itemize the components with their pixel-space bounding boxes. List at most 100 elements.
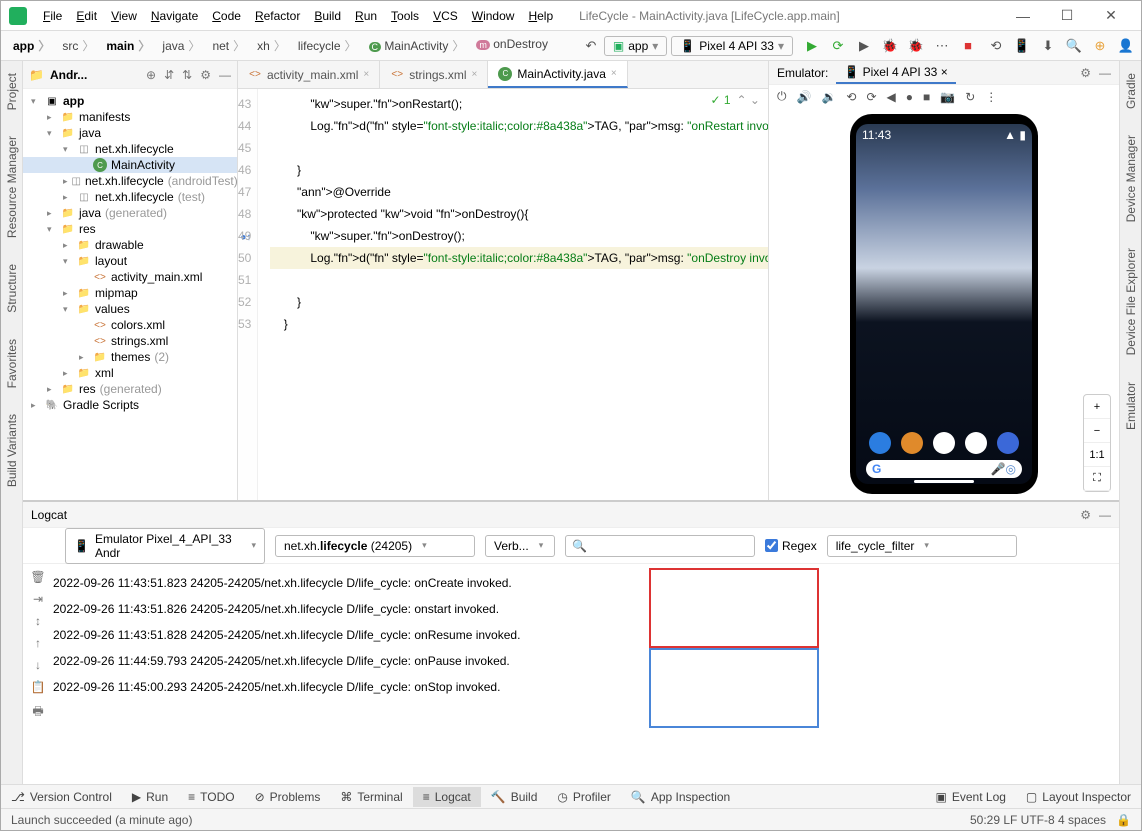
rotate-right-icon[interactable]: ⟳	[866, 90, 876, 104]
menu-build[interactable]: Build	[308, 6, 347, 26]
maximize-button[interactable]: ☐	[1045, 2, 1089, 30]
avd-icon[interactable]: 📱	[1013, 37, 1031, 55]
tree-manifests[interactable]: ▸📁manifests	[23, 109, 237, 125]
volup-icon[interactable]: 🔊	[797, 90, 812, 104]
ide-icon[interactable]: ⊕	[1091, 37, 1109, 55]
zoom-reset-button[interactable]: ⛶	[1084, 467, 1110, 491]
menu-view[interactable]: View	[105, 6, 143, 26]
logcat-device-selector[interactable]: 📱 Emulator Pixel_4_API_33 Andr▾	[65, 528, 265, 564]
right-tool-strip[interactable]: Gradle Device Manager Device File Explorer…	[1119, 61, 1141, 784]
expand-icon[interactable]: ⇅	[182, 68, 192, 82]
menu-refactor[interactable]: Refactor	[249, 6, 306, 26]
menu-file[interactable]: File	[37, 6, 68, 26]
tab-activity_main.xml[interactable]: <>activity_main.xml ×	[238, 61, 380, 88]
log-line[interactable]: 2022-09-26 11:43:51.823 24205-24205/net.…	[53, 570, 520, 596]
record-icon[interactable]: ↻	[965, 90, 975, 104]
tab-strings.xml[interactable]: <>strings.xml ×	[380, 61, 488, 88]
tree-res[interactable]: ▸📁res (generated)	[23, 381, 237, 397]
inspection-widget[interactable]: ✓ 1⌃ ⌄	[710, 93, 760, 107]
toolbtn-profiler[interactable]: ◷Profiler	[547, 787, 621, 807]
sync-icon[interactable]: ⟲	[987, 37, 1005, 55]
tree-mainactivity[interactable]: CMainActivity	[23, 157, 237, 173]
menu-navigate[interactable]: Navigate	[145, 6, 204, 26]
attach-icon[interactable]: 🐞	[907, 37, 925, 55]
menu-run[interactable]: Run	[349, 6, 383, 26]
collapse-icon[interactable]: ⇵	[164, 68, 174, 82]
clear-icon[interactable]: 🗑	[30, 570, 45, 584]
left-tool-strip[interactable]: ProjectResource ManagerStructureFavorite…	[1, 61, 23, 784]
print-icon[interactable]: 🖶	[32, 702, 43, 723]
tree-java[interactable]: ▸📁java (generated)	[23, 205, 237, 221]
toolbtn-event-log[interactable]: ▣Event Log	[926, 787, 1016, 807]
menu-vcs[interactable]: VCS	[427, 6, 464, 26]
editor-area[interactable]: 434445464748 ●↑4950515253 "kw">super."fn…	[238, 89, 768, 500]
toolbtn-terminal[interactable]: ⌘Terminal	[330, 787, 412, 807]
menu-edit[interactable]: Edit	[70, 6, 103, 26]
logcat-process-selector[interactable]: net.xh.lifecycle (24205)▾	[275, 535, 475, 557]
breadcrumb-MainActivity[interactable]: C MainActivity	[363, 35, 471, 56]
zoom-out-button[interactable]: −	[1084, 419, 1110, 443]
breadcrumb-main[interactable]: main	[100, 35, 156, 56]
strip-emulator[interactable]: Emulator	[1124, 376, 1138, 436]
project-header[interactable]: 📁Andr... ⊕ ⇵ ⇅ ⚙ —	[23, 61, 237, 89]
hide-icon[interactable]: —	[1099, 66, 1111, 80]
run-icon[interactable]: ▶	[803, 37, 821, 55]
toolbtn-run[interactable]: ▶Run	[122, 787, 178, 807]
menu-help[interactable]: Help	[522, 6, 559, 26]
project-view-selector[interactable]: Andr...	[50, 68, 87, 82]
play-app-icon[interactable]	[933, 432, 955, 454]
log-line[interactable]: 2022-09-26 11:44:59.793 24205-24205/net.…	[53, 648, 520, 674]
tab-MainActivity.java[interactable]: CMainActivity.java ×	[488, 61, 627, 88]
gear-icon[interactable]: ⚙	[200, 68, 211, 82]
scroll-end-icon[interactable]: ⇥	[33, 592, 43, 606]
breadcrumb-onDestroy[interactable]: m onDestroy	[470, 35, 558, 56]
gear-icon[interactable]: ⚙	[1080, 66, 1091, 80]
strip-build-variants[interactable]: Build Variants	[5, 408, 19, 493]
logcat-level-selector[interactable]: Verb...▾	[485, 535, 555, 557]
toolbtn-version-control[interactable]: ⎇Version Control	[1, 787, 122, 807]
tree-app[interactable]: ▾▣app	[23, 93, 237, 109]
breadcrumb-lifecycle[interactable]: lifecycle	[292, 35, 363, 56]
breadcrumb-net[interactable]: net	[206, 35, 251, 56]
rotate-left-icon[interactable]: ⟲	[846, 90, 856, 104]
tree-activity_main-xml[interactable]: <>activity_main.xml	[23, 269, 237, 285]
tree-mipmap[interactable]: ▸📁mipmap	[23, 285, 237, 301]
menu-window[interactable]: Window	[466, 6, 521, 26]
gear-icon[interactable]: ⚙	[1080, 508, 1091, 522]
search-icon[interactable]: 🔍	[1065, 37, 1083, 55]
soft-wrap-icon[interactable]: ↕	[35, 614, 41, 628]
hide-icon[interactable]: —	[1099, 508, 1111, 522]
messages-app-icon[interactable]	[901, 432, 923, 454]
tree-java[interactable]: ▾📁java	[23, 125, 237, 141]
tree-layout[interactable]: ▾📁layout	[23, 253, 237, 269]
minimize-button[interactable]: —	[1001, 2, 1045, 30]
user-icon[interactable]: 👤	[1117, 37, 1135, 55]
camera-app-icon[interactable]	[997, 432, 1019, 454]
strip-project[interactable]: Project	[5, 67, 19, 116]
sdk-icon[interactable]: ⬇	[1039, 37, 1057, 55]
tree-res[interactable]: ▾📁res	[23, 221, 237, 237]
more-icon[interactable]: ⋯	[933, 37, 951, 55]
back-icon[interactable]: ↶	[582, 37, 600, 55]
zoom-controls[interactable]: + − 1:1 ⛶	[1083, 394, 1111, 492]
tree-strings-xml[interactable]: <>strings.xml	[23, 333, 237, 349]
power-icon[interactable]: ⏻	[777, 89, 787, 104]
editor-tabs[interactable]: <>activity_main.xml ×<>strings.xml ×CMai…	[238, 61, 768, 89]
google-search-bar[interactable]: G🎤 ◎	[866, 460, 1022, 478]
bottom-tool-strip[interactable]: ⎇Version Control▶Run≡TODO⊘Problems⌘Termi…	[1, 784, 1141, 808]
more-icon[interactable]: ⋮	[985, 90, 997, 104]
tree-net-xh-lifecycle[interactable]: ▸◫net.xh.lifecycle (test)	[23, 189, 237, 205]
device-frame[interactable]: 11:43▲ ▮ G🎤 ◎	[850, 114, 1038, 494]
zoom-in-button[interactable]: +	[1084, 395, 1110, 419]
logcat-filter-selector[interactable]: life_cycle_filter▾	[827, 535, 1017, 557]
up-icon[interactable]: ↑	[35, 636, 41, 650]
log-line[interactable]: 2022-09-26 11:43:51.828 24205-24205/net.…	[53, 622, 520, 648]
logcat-output[interactable]: 2022-09-26 11:43:51.823 24205-24205/net.…	[53, 564, 520, 784]
strip-resource-manager[interactable]: Resource Manager	[5, 130, 19, 244]
strip-gradle[interactable]: Gradle	[1124, 67, 1138, 115]
overview-icon[interactable]: ■	[923, 90, 930, 104]
logcat-gutter[interactable]: 🗑 ⇥ ↕ ↑ ↓ 📋 🖶	[23, 564, 53, 784]
strip-device-file-explorer[interactable]: Device File Explorer	[1124, 242, 1138, 361]
strip-device-manager[interactable]: Device Manager	[1124, 129, 1138, 228]
back-icon[interactable]: ◀	[887, 90, 896, 104]
